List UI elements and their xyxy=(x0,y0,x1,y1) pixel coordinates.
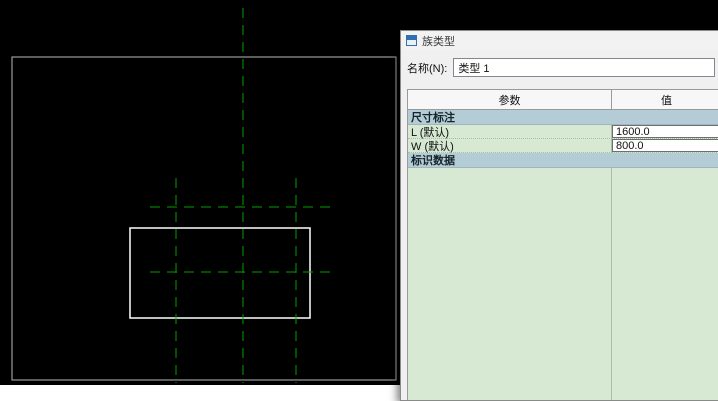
column-header-parameter: 参数 xyxy=(408,90,612,109)
dialog-title: 族类型 xyxy=(422,35,455,48)
dialog-icon xyxy=(406,35,417,46)
name-label: 名称(N): xyxy=(407,62,448,75)
empty-value-column xyxy=(612,168,718,400)
param-value-cell-W xyxy=(612,139,718,153)
table-row: W (默认) xyxy=(408,139,718,153)
type-name-row: 名称(N): 类型 1 xyxy=(401,50,718,81)
param-value-cell-L xyxy=(612,125,718,139)
outer-boundary-rect[interactable] xyxy=(11,56,397,381)
type-name-value: 类型 1 xyxy=(458,62,490,75)
section-header-identity-data: 标识数据 xyxy=(408,153,718,168)
param-L-value-input[interactable] xyxy=(612,125,718,138)
column-header-value: 值 xyxy=(661,94,672,107)
table-header-row: 参数 值 xyxy=(408,90,718,110)
parameters-table: 参数 值 尺寸标注 L (默认) W (默认) 标识数据 xyxy=(407,89,718,400)
type-name-combobox[interactable]: 类型 1 xyxy=(453,58,715,77)
empty-parameter-column xyxy=(408,168,612,400)
param-W-value-input[interactable] xyxy=(612,139,718,152)
table-empty-area xyxy=(408,168,718,400)
application-window: 族类型 名称(N): 类型 1 参数 值 尺寸标注 L (默认) W (默认) xyxy=(0,0,718,401)
section-header-dimensions: 尺寸标注 xyxy=(408,110,718,125)
table-row: L (默认) xyxy=(408,125,718,139)
family-types-dialog: 族类型 名称(N): 类型 1 参数 值 尺寸标注 L (默认) W (默认) xyxy=(400,30,718,401)
param-label-W: W (默认) xyxy=(408,139,612,153)
extrusion-outline-rect[interactable] xyxy=(129,227,311,319)
dialog-titlebar[interactable]: 族类型 xyxy=(401,31,718,50)
